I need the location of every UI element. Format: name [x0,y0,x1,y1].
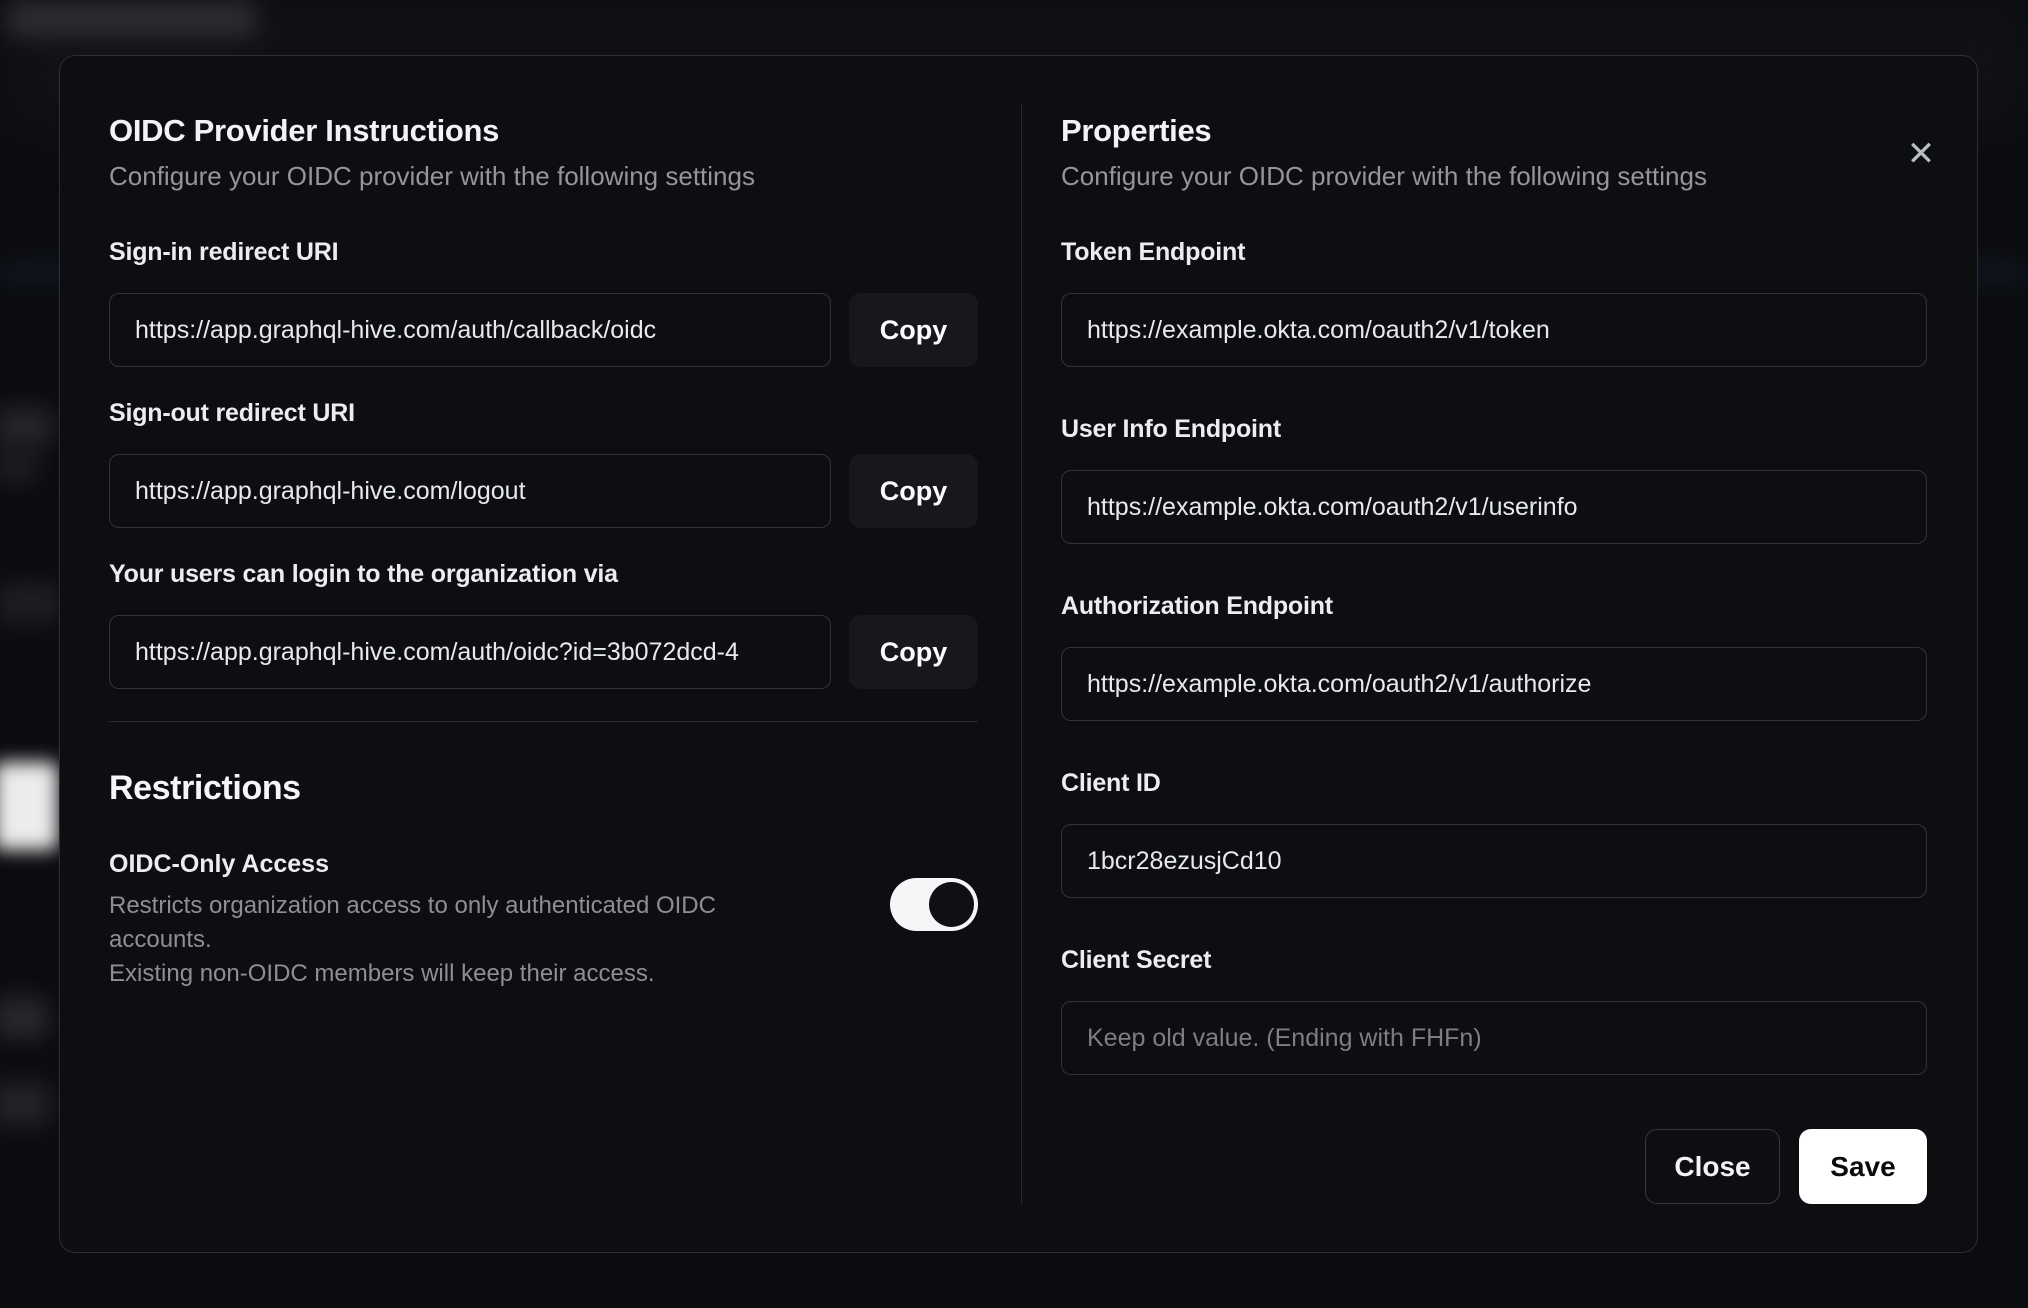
instructions-title: OIDC Provider Instructions [109,113,500,148]
sign-in-redirect-uri-input[interactable] [109,293,831,367]
sign-in-redirect-uri-label: Sign-in redirect URI [109,238,339,266]
client-secret-field: Client Secret [1061,946,1927,1075]
sign-out-redirect-uri-row: Copy [109,454,978,528]
close-button[interactable]: Close [1645,1129,1780,1204]
organization-login-uri-input[interactable] [109,615,831,689]
properties-subtitle: Configure your OIDC provider with the fo… [1061,161,1707,191]
copy-sign-in-uri-button[interactable]: Copy [849,293,978,367]
client-secret-input[interactable] [1061,1001,1927,1075]
page-background: { "modal": { "close_icon": "✕", "left": … [0,0,2028,1308]
backdrop-blur-text [0,452,38,482]
oidc-only-access-text: OIDC-Only Access Restricts organization … [109,850,809,991]
user-info-endpoint-input[interactable] [1061,470,1927,544]
sign-in-redirect-uri-row: Copy [109,293,978,367]
save-button[interactable]: Save [1799,1129,1927,1204]
backdrop-blur-text [0,583,62,623]
authorization-endpoint-input[interactable] [1061,647,1927,721]
instructions-subtitle: Configure your OIDC provider with the fo… [109,161,755,191]
client-id-field: Client ID [1061,769,1927,898]
organization-login-uri-label: Your users can login to the organization… [109,560,618,588]
oidc-provider-dialog: ✕ OIDC Provider Instructions Configure y… [59,55,1978,1253]
restrictions-title: Restrictions [109,769,301,807]
client-id-input[interactable] [1061,824,1927,898]
backdrop-blur-logo [6,2,256,36]
oidc-only-access-label: OIDC-Only Access [109,850,329,878]
sign-out-redirect-uri-input[interactable] [109,454,831,528]
copy-sign-out-uri-button[interactable]: Copy [849,454,978,528]
client-secret-label: Client Secret [1061,946,1212,974]
dialog-actions: Close Save [1061,1129,1927,1204]
authorization-endpoint-field: Authorization Endpoint [1061,592,1927,721]
toggle-thumb [929,882,974,927]
description-line-1: Restricts organization access to only au… [109,892,716,953]
sign-out-redirect-uri-label: Sign-out redirect URI [109,399,355,427]
organization-login-uri-row: Copy [109,615,978,689]
backdrop-blur-white-box [0,762,58,850]
properties-title: Properties [1061,113,1212,148]
backdrop-blur-text [0,998,48,1038]
user-info-endpoint-field: User Info Endpoint [1061,415,1927,544]
oidc-only-access-row: OIDC-Only Access Restricts organization … [109,850,978,991]
backdrop-blur-text [0,1082,50,1126]
description-line-2: Existing non-OIDC members will keep thei… [109,960,655,987]
client-id-label: Client ID [1061,769,1161,797]
column-divider [1021,104,1022,1204]
section-divider [109,721,978,722]
properties-column: Properties Configure your OIDC provider … [1061,113,1927,1204]
close-icon[interactable]: ✕ [1901,134,1941,174]
instructions-column: OIDC Provider Instructions Configure you… [109,113,978,1204]
token-endpoint-label: Token Endpoint [1061,238,1246,266]
token-endpoint-field: Token Endpoint [1061,238,1927,367]
backdrop-blur-text [0,408,54,446]
copy-login-uri-button[interactable]: Copy [849,615,978,689]
oidc-only-access-toggle[interactable] [890,878,978,931]
token-endpoint-input[interactable] [1061,293,1927,367]
user-info-endpoint-label: User Info Endpoint [1061,415,1281,443]
authorization-endpoint-label: Authorization Endpoint [1061,592,1333,620]
oidc-only-access-description: Restricts organization access to only au… [109,889,809,991]
